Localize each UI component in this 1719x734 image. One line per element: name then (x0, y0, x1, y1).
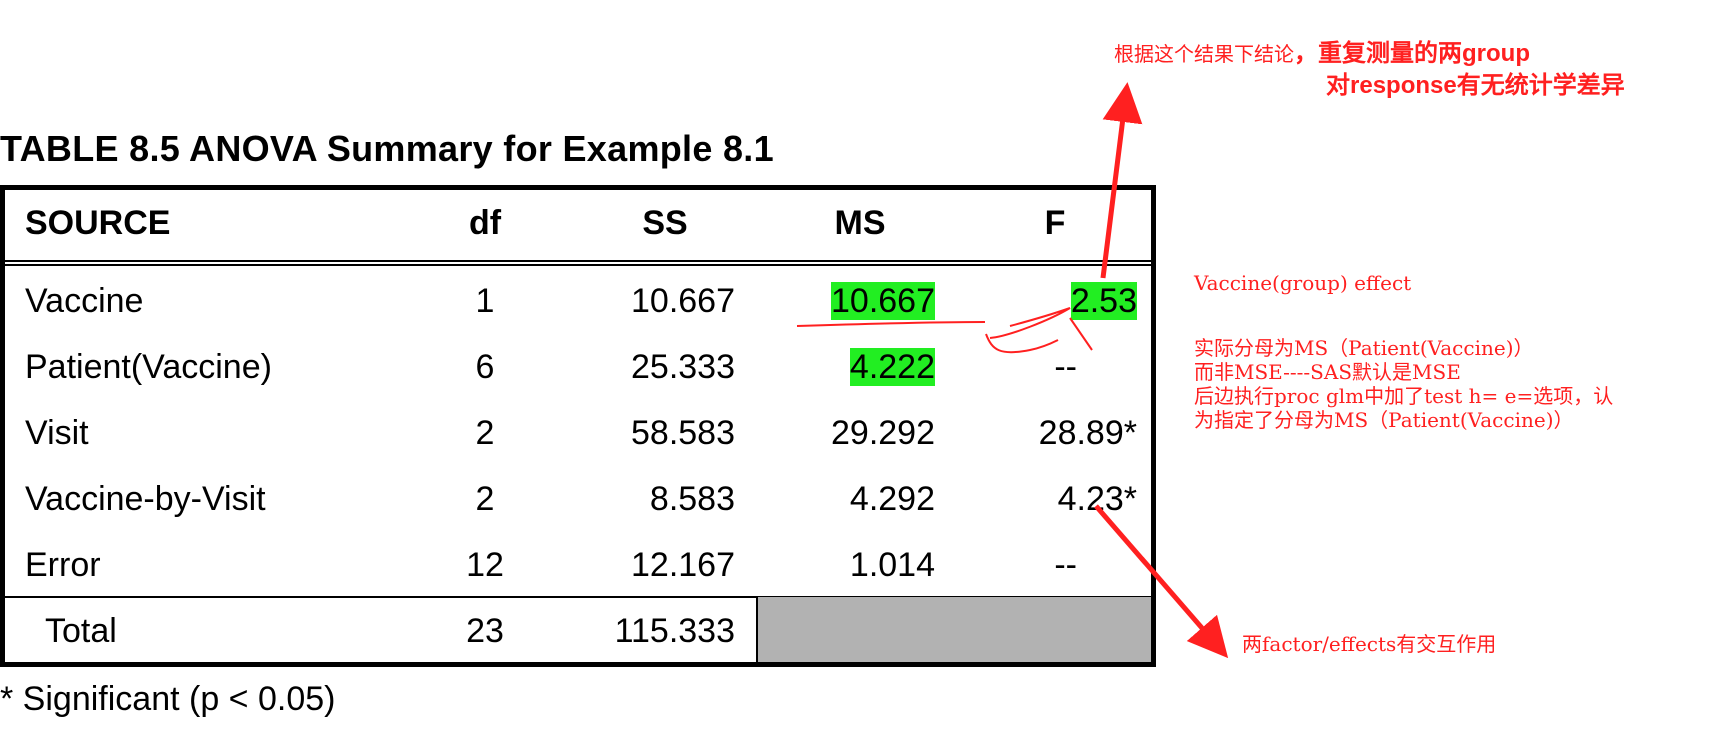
header-f: F (1044, 204, 1066, 242)
header-ss: SS (642, 204, 688, 242)
annotation-text: ，重复测量的两 (1294, 40, 1462, 67)
row-f: 2.53 (965, 268, 1137, 334)
row-ss: 8.583 (649, 480, 735, 518)
table-row: Patient(Vaccine) 6 25.333 4.222 -- (5, 334, 1151, 400)
row-ss: 25.333 (631, 348, 735, 386)
annotation-denominator-line2: 而非MSE----SAS默认是MSE (1194, 360, 1461, 384)
total-df: 23 (466, 612, 504, 650)
row-source: Vaccine-by-Visit (25, 480, 266, 518)
anova-table: SOURCE df SS MS F Vaccine 1 10.667 10.66… (0, 185, 1156, 667)
annotation-conclusion-line2: 对response有无统计学差异 (1326, 74, 1625, 98)
row-ss: 10.667 (631, 282, 735, 320)
highlighted-ms: 4.222 (849, 348, 935, 386)
row-ms: 10.667 (765, 268, 935, 334)
highlighted-ms: 10.667 (831, 282, 935, 320)
annotation-conclusion-line1: 根据这个结果下结论，重复测量的两group (1114, 42, 1530, 66)
total-ss: 115.333 (614, 612, 735, 650)
row-ms: 4.292 (849, 480, 935, 518)
row-source: Error (25, 546, 101, 584)
row-df: 2 (475, 480, 495, 518)
row-df: 1 (475, 282, 495, 320)
row-source: Patient(Vaccine) (25, 348, 272, 386)
annotation-text: 有无统计学差异 (1456, 72, 1625, 99)
row-ms: 29.292 (831, 414, 935, 452)
table-row: Error 12 12.167 1.014 -- (5, 532, 1151, 598)
row-f: -- (1054, 348, 1077, 386)
annotation-text: response (1350, 72, 1457, 99)
annotation-vaccine-effect: Vaccine(group) effect (1194, 271, 1412, 295)
row-df: 12 (466, 546, 504, 584)
header-ms: MS (834, 204, 886, 242)
row-ms: 4.222 (765, 334, 935, 400)
annotation-text: group (1462, 40, 1530, 67)
table-row: Visit 2 58.583 29.292 28.89* (5, 400, 1151, 466)
row-f: -- (1054, 546, 1077, 584)
annotation-denominator-line4: 为指定了分母为MS（Patient(Vaccine)） (1194, 408, 1574, 432)
row-source: Visit (25, 414, 89, 452)
highlighted-f: 2.53 (1070, 282, 1137, 320)
row-df: 2 (475, 414, 495, 452)
row-f: 28.89* (1038, 414, 1137, 452)
header-row: SOURCE df SS MS F (5, 190, 1151, 256)
row-ss: 58.583 (631, 414, 735, 452)
total-source: Total (45, 612, 117, 650)
row-source: Vaccine (25, 282, 144, 320)
header-df: df (468, 204, 502, 242)
total-row: Total 23 115.333 (5, 598, 1151, 664)
annotation-text: 对 (1326, 72, 1350, 99)
table-row: Vaccine-by-Visit 2 8.583 4.292 4.23* (5, 466, 1151, 532)
header-divider (5, 260, 1151, 266)
row-df: 6 (475, 348, 495, 386)
row-ss: 12.167 (631, 546, 735, 584)
annotation-denominator-line3: 后边执行proc glm中加了test h= e=选项，认 (1194, 384, 1614, 408)
footnote: * Significant (p < 0.05) (0, 680, 336, 718)
header-source: SOURCE (25, 204, 171, 242)
table-title: TABLE 8.5 ANOVA Summary for Example 8.1 (0, 128, 774, 169)
table-row: Vaccine 1 10.667 10.667 2.53 (5, 268, 1151, 334)
row-f: 4.23* (1057, 480, 1137, 518)
annotation-text: 根据这个结果下结论 (1114, 42, 1294, 66)
annotation-interaction: 两factor/effects有交互作用 (1242, 632, 1497, 656)
annotation-denominator-line1: 实际分母为MS（Patient(Vaccine)） (1194, 336, 1534, 360)
row-ms: 1.014 (849, 546, 935, 584)
